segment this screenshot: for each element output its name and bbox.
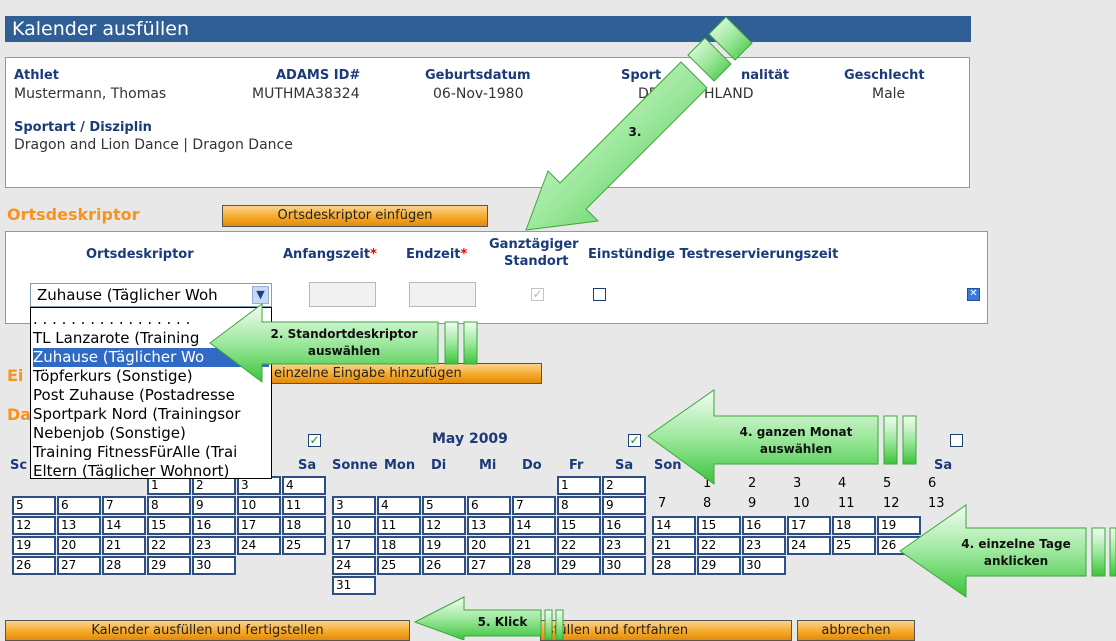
- step2-line1: 2. Standortdeskriptor: [270, 327, 418, 341]
- step5-label: 5. Klick: [477, 615, 528, 629]
- step4b-label: 4. einzelne Tage anklicken: [946, 536, 1086, 570]
- step4-line1: 4. ganzen Monat: [739, 425, 853, 439]
- step2-label: 2. Standortdeskriptor auswählen: [250, 326, 438, 360]
- step4-label: 4. ganzen Monat auswählen: [714, 424, 878, 458]
- step4b-line2: anklicken: [983, 554, 1049, 568]
- step4b-line1: 4. einzelne Tage: [961, 537, 1071, 551]
- step2-line2: auswählen: [307, 344, 381, 358]
- step4-line2: auswählen: [759, 442, 833, 456]
- page: Kalender ausfüllen Athlet Mustermann, Th…: [0, 0, 1116, 641]
- step3-label: 3.: [628, 125, 642, 139]
